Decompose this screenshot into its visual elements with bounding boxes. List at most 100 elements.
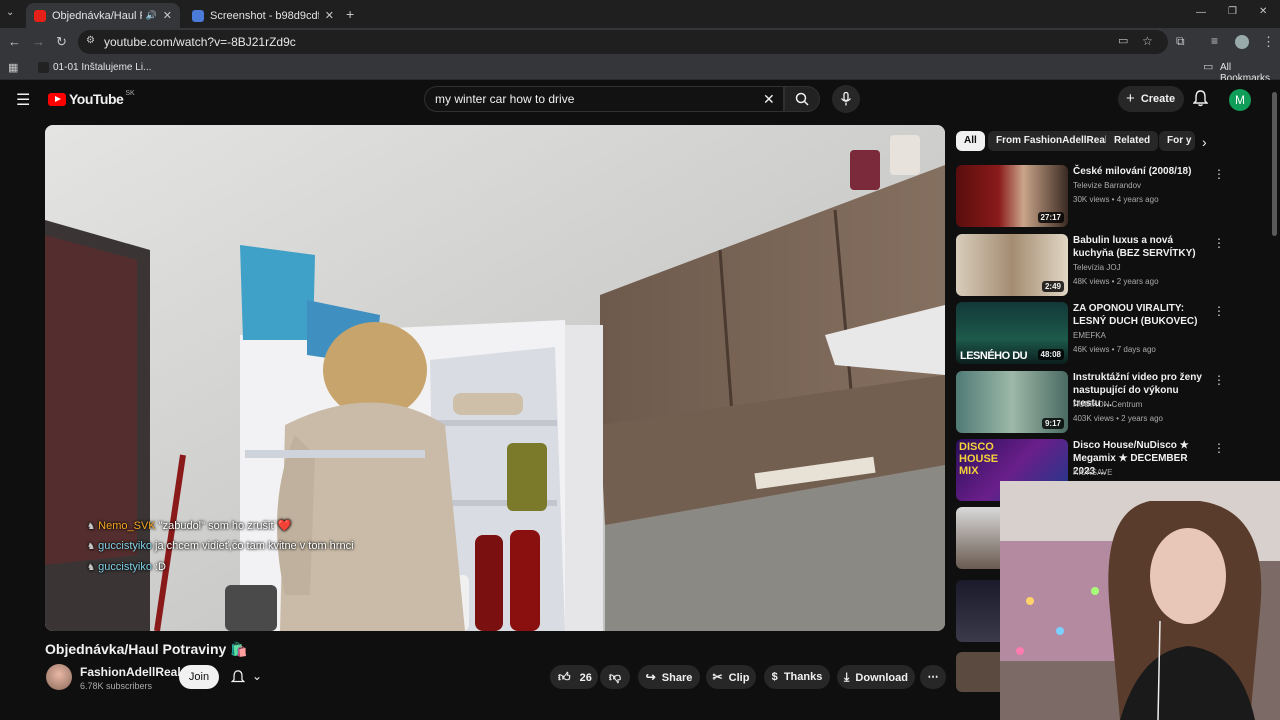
- search-input[interactable]: my winter car how to drive ✕: [424, 86, 784, 112]
- notifications-bell-icon[interactable]: [1192, 90, 1209, 112]
- like-count: 26: [579, 672, 592, 684]
- restore-window-icon[interactable]: ❐: [1228, 6, 1237, 17]
- video-thumbnail[interactable]: [956, 507, 1000, 569]
- search-icon: [795, 92, 809, 106]
- chevron-right-icon[interactable]: ›: [1202, 134, 1207, 150]
- bookmark-item[interactable]: 01-01 Inštalujeme Li...: [53, 62, 151, 73]
- scissors-icon: ✂: [712, 670, 723, 684]
- youtube-header: ☰ YouTube SK my winter car how to drive …: [0, 80, 1280, 118]
- chat-message: ♞ guccistyiko :D: [87, 561, 166, 573]
- recommendation-channel: KICKSAVE: [1073, 468, 1113, 477]
- cast-icon[interactable]: ▭: [1118, 34, 1128, 47]
- speaker-icon[interactable]: 🔊: [146, 10, 157, 21]
- more-vertical-icon[interactable]: ⋮: [1213, 373, 1225, 387]
- tab-title: Objednávka/Haul Potraviny: [52, 9, 142, 22]
- chat-badge-icon: ♞: [87, 562, 96, 572]
- more-vertical-icon[interactable]: ⋮: [1213, 236, 1225, 250]
- chat-message: ♞ guccistyiko ja chcem vidieť,čo tam kvi…: [87, 540, 354, 552]
- screenshot-favicon-icon: [192, 9, 204, 22]
- bookmark-favicon-icon: [38, 62, 49, 73]
- reading-list-icon[interactable]: ≡: [1211, 34, 1218, 48]
- channel-avatar[interactable]: [46, 664, 72, 690]
- recommendation-item[interactable]: 9:17 Instruktážní video pro ženy nastupu…: [956, 371, 1226, 433]
- extensions-icon[interactable]: ⧉: [1176, 34, 1185, 49]
- recommendation-item[interactable]: 2:49 Babulin luxus a nová kuchyňa (BEZ S…: [956, 234, 1226, 296]
- recommendation-stats: 46K views • 7 days ago: [1073, 345, 1156, 354]
- chip-from-channel[interactable]: From FashionAdellReal: [988, 131, 1116, 151]
- thanks-label: Thanks: [783, 671, 823, 683]
- address-bar[interactable]: ⚙ youtube.com/watch?v=-8BJ21rZd9c ▭ ☆: [78, 30, 1168, 54]
- download-button[interactable]: ⤓ Download: [837, 665, 915, 689]
- plus-icon: +: [1126, 90, 1135, 107]
- thumbs-down-icon: 👎︎: [608, 670, 622, 684]
- site-info-icon[interactable]: ⚙: [86, 35, 95, 46]
- channel-name[interactable]: FashionAdellReal: [80, 665, 181, 679]
- video-frame: [45, 125, 945, 631]
- search-button[interactable]: [784, 86, 820, 112]
- browser-toolbar: ← → ↻ ⚙ youtube.com/watch?v=-8BJ21rZd9c …: [0, 28, 1280, 56]
- chat-username: Nemo_SVK: [98, 520, 156, 532]
- chip-related[interactable]: Related: [1106, 131, 1159, 151]
- close-tab-icon[interactable]: ✕: [163, 9, 172, 22]
- youtube-logo[interactable]: YouTube SK: [48, 90, 135, 107]
- browser-menu-icon[interactable]: ⋮: [1262, 34, 1275, 50]
- share-button[interactable]: ↪ Share: [638, 665, 700, 689]
- recommendation-stats: 48K views • 2 years ago: [1073, 277, 1159, 286]
- minimize-window-icon[interactable]: —: [1196, 7, 1206, 18]
- chat-message: ♞ Nemo_SVK "zabudol" som ho zrušiť ❤️: [87, 519, 291, 532]
- download-icon: ⤓: [844, 670, 850, 684]
- video-player[interactable]: ♞ Nemo_SVK "zabudol" som ho zrušiť ❤️ ♞ …: [45, 125, 945, 631]
- forward-icon[interactable]: →: [32, 34, 45, 49]
- video-thumbnail[interactable]: 9:17: [956, 371, 1068, 433]
- new-tab-icon[interactable]: +: [346, 6, 354, 22]
- join-button[interactable]: Join: [179, 665, 219, 689]
- video-thumbnail[interactable]: 2:49: [956, 234, 1068, 296]
- voice-search-button[interactable]: [832, 85, 860, 113]
- clear-search-icon[interactable]: ✕: [763, 87, 775, 111]
- video-thumbnail[interactable]: [956, 580, 1000, 642]
- more-vertical-icon[interactable]: ⋮: [1213, 304, 1225, 318]
- recommendation-stats: 403K views • 2 years ago: [1073, 414, 1163, 423]
- reload-icon[interactable]: ↻: [56, 34, 67, 50]
- subscription-bell-icon[interactable]: [230, 670, 246, 690]
- more-vertical-icon[interactable]: ⋮: [1213, 441, 1225, 455]
- chat-username: guccistyiko: [98, 540, 152, 552]
- tab-title: Screenshot - b98d9cdf14409cc: [210, 9, 319, 22]
- more-actions-button[interactable]: ⋯: [920, 665, 946, 689]
- chip-for-you[interactable]: For y: [1159, 131, 1195, 151]
- tab-search-icon[interactable]: ⌄: [6, 7, 14, 18]
- back-icon[interactable]: ←: [8, 34, 21, 49]
- recommendation-title: ZA OPONOU VIRALITY: LESNÝ DUCH (BUKOVEC): [1073, 303, 1198, 327]
- recommendation-title: České milování (2008/18): [1073, 166, 1192, 177]
- clip-button[interactable]: ✂ Clip: [706, 665, 756, 689]
- chip-all[interactable]: All: [956, 131, 985, 151]
- youtube-logo-text: YouTube: [69, 91, 124, 107]
- more-horizontal-icon: ⋯: [927, 671, 939, 683]
- more-vertical-icon[interactable]: ⋮: [1213, 167, 1225, 181]
- dislike-button[interactable]: 👎︎: [600, 665, 630, 689]
- tab-youtube-video[interactable]: Objednávka/Haul Potraviny 🔊 ✕: [26, 3, 180, 28]
- video-thumbnail[interactable]: [956, 652, 1000, 692]
- thanks-button[interactable]: $ Thanks: [764, 665, 830, 689]
- account-avatar[interactable]: M: [1229, 89, 1251, 111]
- chevron-down-icon[interactable]: ⌄: [252, 669, 262, 683]
- recommendation-item[interactable]: 27:17 České milování (2008/18) Televize …: [956, 165, 1226, 227]
- profile-avatar-icon[interactable]: [1235, 35, 1249, 49]
- recommendation-item[interactable]: LESNÉHO DU 48:08 ZA OPONOU VIRALITY: LES…: [956, 302, 1226, 364]
- apps-grid-icon[interactable]: ▦: [8, 61, 18, 74]
- chat-badge-icon: ♞: [87, 521, 96, 531]
- video-thumbnail[interactable]: 27:17: [956, 165, 1068, 227]
- like-button[interactable]: 👍︎ 26: [550, 665, 598, 689]
- page-scrollbar[interactable]: [1272, 92, 1277, 236]
- video-thumbnail[interactable]: LESNÉHO DU 48:08: [956, 302, 1068, 364]
- browser-tab-strip: ⌄ Objednávka/Haul Potraviny 🔊 ✕ Screensh…: [0, 0, 1280, 28]
- recommendation-channel: Televízia JOJ: [1073, 263, 1121, 272]
- duration-badge: 48:08: [1037, 349, 1064, 360]
- create-button[interactable]: + Create: [1118, 86, 1184, 112]
- thumbnail-text: DISCO HOUSE MIX: [959, 441, 999, 477]
- close-tab-icon[interactable]: ✕: [325, 9, 334, 22]
- hamburger-menu-icon[interactable]: ☰: [16, 90, 30, 110]
- close-window-icon[interactable]: ✕: [1259, 6, 1267, 17]
- bookmark-star-icon[interactable]: ☆: [1142, 34, 1153, 48]
- tab-screenshot[interactable]: Screenshot - b98d9cdf14409cc ✕: [184, 3, 342, 28]
